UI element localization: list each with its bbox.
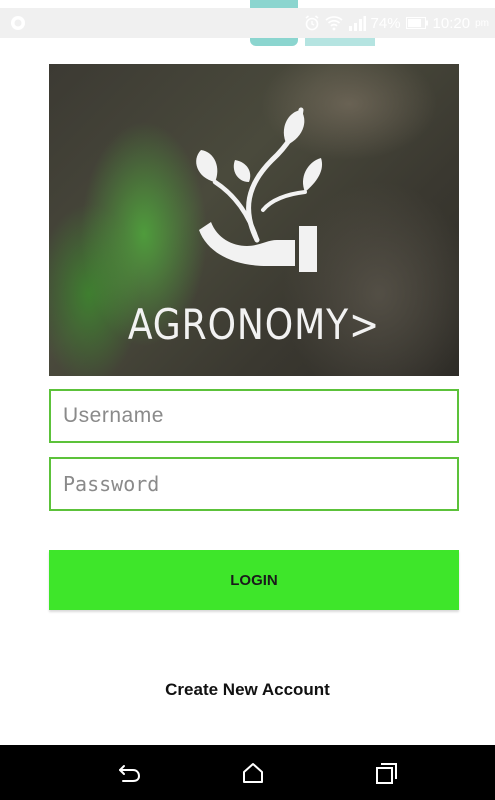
status-bar: 74% 10:20 pm bbox=[0, 8, 495, 38]
app-logo-text: AGRONOMY> bbox=[127, 300, 381, 349]
clock: 10:20 bbox=[432, 14, 471, 32]
username-input[interactable] bbox=[51, 391, 457, 441]
battery-percent: 74% bbox=[370, 14, 401, 32]
signal-icon bbox=[348, 15, 366, 31]
battery-icon bbox=[405, 17, 428, 29]
back-icon[interactable] bbox=[115, 759, 143, 787]
clock-ampm: pm bbox=[475, 17, 489, 29]
recent-apps-icon[interactable] bbox=[372, 759, 400, 787]
navigation-bar bbox=[0, 745, 495, 800]
status-indicators: 74% 10:20 pm bbox=[304, 8, 489, 38]
login-button[interactable]: LOGIN bbox=[49, 550, 459, 610]
alarm-icon bbox=[304, 15, 320, 31]
hero-banner: AGRONOMY> bbox=[49, 64, 459, 376]
username-field[interactable] bbox=[49, 389, 459, 443]
password-input[interactable] bbox=[51, 459, 457, 509]
password-field[interactable] bbox=[49, 457, 459, 511]
plant-in-hand-icon bbox=[196, 107, 323, 272]
wifi-icon bbox=[324, 15, 343, 31]
home-icon[interactable] bbox=[239, 759, 267, 787]
create-account-link[interactable]: Create New Account bbox=[0, 680, 495, 700]
app-icon bbox=[11, 16, 25, 30]
